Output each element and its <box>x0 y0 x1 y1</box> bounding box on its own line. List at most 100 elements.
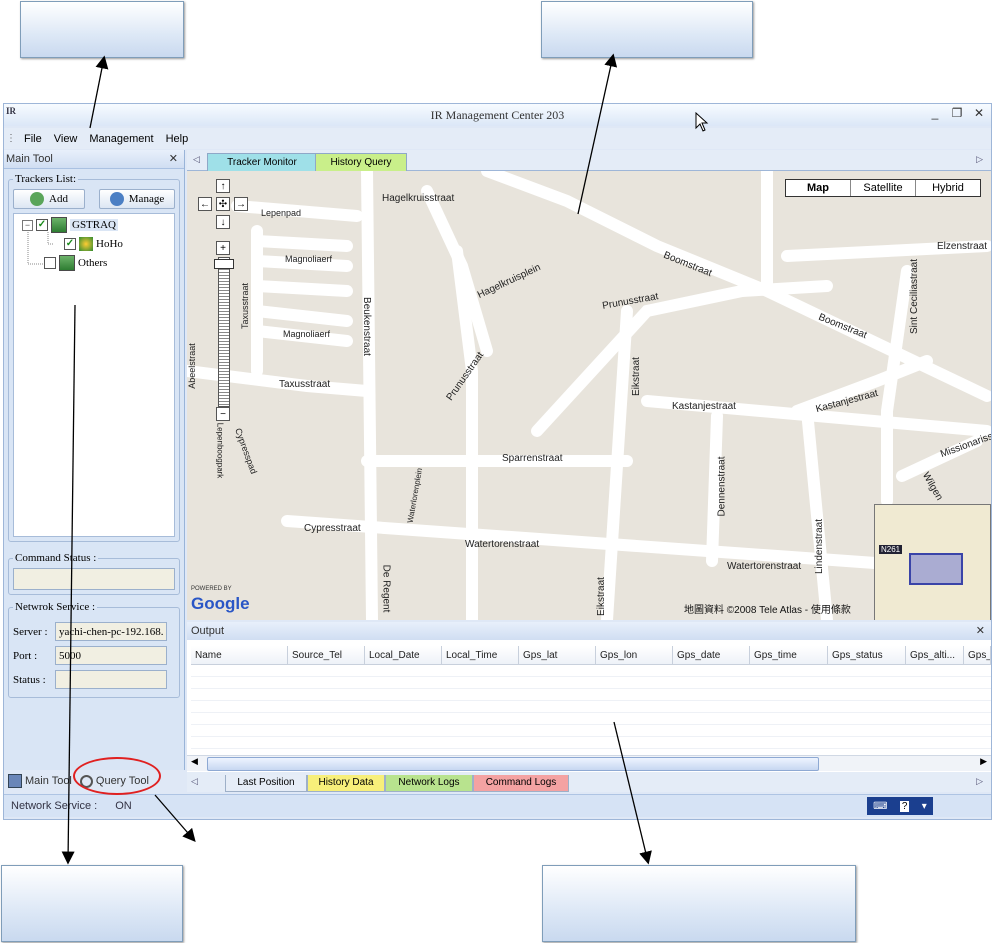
port-label: Port : <box>13 649 38 662</box>
main-tool-icon <box>8 774 22 788</box>
output-panel: Output ✕ Name Source_Tel Local_Date Loca… <box>187 622 991 772</box>
scroll-left-icon[interactable]: ◀ <box>191 756 198 767</box>
menu-help[interactable]: Help <box>160 133 195 145</box>
document-tabs: ◁ Tracker Monitor History Query ▷ <box>187 150 991 171</box>
window-title: IR Management Center 203 <box>430 108 565 122</box>
street-label: Eikstraat <box>630 357 642 396</box>
tree-node-hoho[interactable]: ✓ HoHo <box>64 236 123 252</box>
zoom-slider[interactable] <box>218 257 230 407</box>
scroll-right-icon[interactable]: ▶ <box>980 756 987 767</box>
tab-history-data[interactable]: History Data <box>307 775 385 792</box>
map-copyright[interactable]: 地圖資料 ©2008 Tele Atlas - 使用條款 <box>684 601 851 616</box>
tab-scroll-right-icon[interactable]: ▷ <box>976 154 983 165</box>
column-header[interactable]: Gps_ <box>964 646 991 665</box>
column-header[interactable]: Gps_status <box>828 646 906 665</box>
overview-minimap[interactable]: N261 <box>874 504 991 620</box>
column-header[interactable]: Local_Date <box>365 646 442 665</box>
column-header[interactable]: Gps_time <box>750 646 828 665</box>
street-label: Beukenstraat <box>360 297 372 356</box>
port-field[interactable]: 5000 <box>55 646 167 665</box>
scroll-thumb[interactable] <box>207 757 819 771</box>
close-panel-icon[interactable]: ✕ <box>169 150 178 168</box>
zoom-in-button[interactable]: + <box>216 241 230 255</box>
pan-down-button[interactable]: ↓ <box>216 215 230 229</box>
street-label: Lindenstraat <box>814 518 826 575</box>
close-button[interactable]: ✕ <box>971 106 987 120</box>
pan-center-button[interactable]: ✣ <box>216 197 230 211</box>
status-bar: Network Service : ON ⌨ ? ▾ <box>4 794 991 817</box>
tab-scroll-left-icon[interactable]: ◁ <box>193 154 200 165</box>
street-label: Lepenpad <box>261 208 302 218</box>
otab-scroll-right-icon[interactable]: ▷ <box>976 776 983 787</box>
tab-history-query[interactable]: History Query <box>315 153 407 171</box>
output-title: Output <box>191 625 225 637</box>
status-bar-value: ON <box>115 800 132 812</box>
column-header[interactable]: Name <box>191 646 288 665</box>
column-header[interactable]: Gps_lon <box>596 646 673 665</box>
zoom-slider-handle[interactable] <box>214 259 234 269</box>
zoom-out-button[interactable]: − <box>216 407 230 421</box>
menu-bar: ⋮ File View Management Help <box>4 128 991 149</box>
street-label: Hagelkruisstraat <box>382 193 455 204</box>
callout-box-bottom-left <box>1 865 183 942</box>
tree-label-hoho: HoHo <box>96 238 123 250</box>
menu-grip-icon: ⋮ <box>6 133 16 144</box>
restore-button[interactable]: ❐ <box>949 106 965 120</box>
manage-label: Manage <box>128 193 165 205</box>
tab-network-logs[interactable]: Network Logs <box>385 775 473 792</box>
keyboard-icon[interactable]: ⌨ <box>873 801 887 812</box>
pan-up-button[interactable]: ↑ <box>216 179 230 193</box>
checkbox-gstraq[interactable]: ✓ <box>36 219 48 231</box>
status-label: Status : <box>13 673 46 686</box>
tab-tracker-monitor[interactable]: Tracker Monitor <box>207 153 317 171</box>
collapse-icon[interactable]: − <box>22 219 33 231</box>
menu-management[interactable]: Management <box>83 133 159 145</box>
status-bar-label: Network Service : <box>11 800 98 812</box>
checkbox-hoho[interactable]: ✓ <box>64 238 76 250</box>
manage-button[interactable]: Manage <box>99 189 175 209</box>
network-service-group: Netwrok Service : Server : yachi-chen-pc… <box>8 601 180 698</box>
street-label: Elzenstraat <box>937 241 988 252</box>
grid-body[interactable] <box>191 665 991 751</box>
tree-node-gstraq[interactable]: − ✓ GSTRAQ <box>22 217 119 233</box>
street-label: Kastanjestraat <box>672 401 736 412</box>
output-horizontal-scrollbar[interactable]: ◀ ▶ <box>187 755 991 771</box>
trackers-tree: − ✓ GSTRAQ ✓ HoHo Others <box>13 213 175 537</box>
map-view[interactable]: Map Satellite Hybrid ↑ ← ✣ → ↓ + − Hagel… <box>187 171 991 620</box>
street-label: Taxusstraat <box>279 379 331 390</box>
tab-main-tool[interactable]: Main Tool <box>8 774 72 788</box>
trackers-list-legend: Trackers List: <box>15 173 77 185</box>
column-header[interactable]: Gps_alti... <box>906 646 964 665</box>
close-output-icon[interactable]: ✕ <box>976 622 985 640</box>
main-tool-panel: Main Tool ✕ Trackers List: Add Manage − … <box>4 150 185 770</box>
tree-node-others[interactable]: Others <box>44 255 107 271</box>
help-icon[interactable]: ? <box>899 800 910 812</box>
ime-toolbar[interactable]: ⌨ ? ▾ <box>867 797 933 815</box>
column-header[interactable]: Gps_date <box>673 646 750 665</box>
tracker-device-icon <box>79 237 93 251</box>
tab-command-logs[interactable]: Command Logs <box>473 775 569 792</box>
pan-left-button[interactable]: ← <box>198 197 212 211</box>
menu-file[interactable]: File <box>18 133 48 145</box>
overview-viewport[interactable] <box>909 553 963 585</box>
output-grid: Name Source_Tel Local_Date Local_Time Gp… <box>187 646 991 751</box>
mouse-cursor-icon <box>695 112 709 132</box>
column-header[interactable]: Local_Time <box>442 646 519 665</box>
main-tool-header: Main Tool ✕ <box>4 150 184 169</box>
add-button[interactable]: Add <box>13 189 85 209</box>
map-type-hybrid-button[interactable]: Hybrid <box>915 180 980 196</box>
column-header[interactable]: Gps_lat <box>519 646 596 665</box>
tab-last-position[interactable]: Last Position <box>225 775 307 792</box>
map-type-satellite-button[interactable]: Satellite <box>850 180 915 196</box>
checkbox-others[interactable] <box>44 257 56 269</box>
menu-view[interactable]: View <box>48 133 84 145</box>
column-header[interactable]: Source_Tel <box>288 646 365 665</box>
minimize-button[interactable]: _ <box>927 106 943 120</box>
otab-scroll-left-icon[interactable]: ◁ <box>191 776 198 787</box>
pan-right-button[interactable]: → <box>234 197 248 211</box>
ime-options-icon[interactable]: ▾ <box>922 801 927 812</box>
server-field[interactable]: yachi-chen-pc-192.168. <box>55 622 167 641</box>
map-type-map-button[interactable]: Map <box>786 180 850 196</box>
output-tabs: ◁ Last Position History Data Network Log… <box>187 772 991 792</box>
map-type-selector: Map Satellite Hybrid <box>785 179 981 197</box>
